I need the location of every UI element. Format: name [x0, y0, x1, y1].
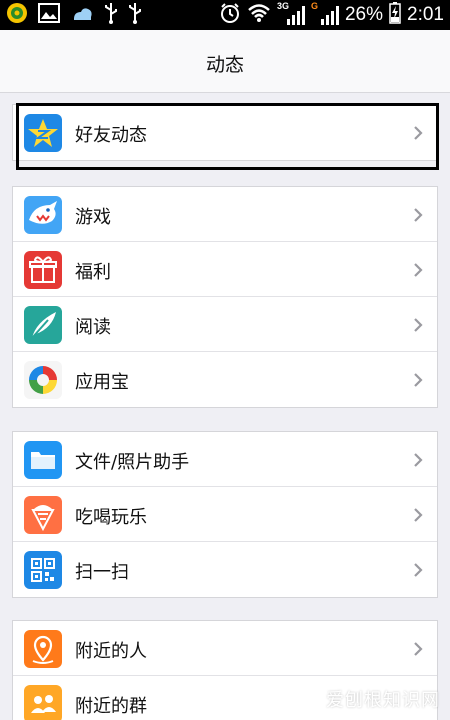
- signal-3g-icon: 3G: [277, 1, 305, 27]
- app-notification-icon: [6, 2, 28, 28]
- weather-icon: [70, 3, 94, 27]
- list-item-food-fun[interactable]: 吃喝玩乐: [13, 487, 437, 542]
- gift-icon: [24, 251, 62, 289]
- chevron-right-icon: [414, 263, 423, 277]
- chevron-right-icon: [414, 126, 423, 140]
- qzone-star-icon: [24, 114, 62, 152]
- chevron-right-icon: [414, 373, 423, 387]
- watermark: 爱刨根知识网: [326, 690, 440, 711]
- chevron-right-icon: [414, 318, 423, 332]
- list-item-label: 文件/照片助手: [75, 452, 190, 473]
- shark-game-icon: [24, 196, 62, 234]
- image-icon: [38, 3, 60, 27]
- list-item-label: 附近的人: [75, 641, 147, 662]
- group-tools: 文件/照片助手 吃喝玩乐 扫一扫: [12, 431, 438, 598]
- list-item-label: 好友动态: [75, 125, 147, 146]
- chevron-right-icon: [414, 508, 423, 522]
- location-group-icon: [24, 685, 62, 720]
- wifi-icon: [247, 3, 271, 27]
- usb-icon: [104, 2, 118, 28]
- list-item-label: 扫一扫: [75, 562, 129, 583]
- list-item-label: 附近的群: [75, 696, 147, 717]
- usb-icon: [128, 2, 142, 28]
- chevron-right-icon: [414, 208, 423, 222]
- feather-icon: [24, 306, 62, 344]
- list-item-app-store[interactable]: 应用宝: [13, 352, 437, 407]
- app-store-icon: [24, 361, 62, 399]
- list-item-nearby-people[interactable]: 附近的人: [13, 621, 437, 676]
- list-item-label: 吃喝玩乐: [75, 507, 147, 528]
- list-item-label: 应用宝: [75, 372, 129, 393]
- qr-scan-icon: [24, 551, 62, 589]
- title-bar: 动态: [0, 30, 450, 93]
- chevron-right-icon: [414, 453, 423, 467]
- list-item-label: 游戏: [75, 207, 111, 228]
- folder-icon: [24, 441, 62, 479]
- list-item-file-assistant[interactable]: 文件/照片助手: [13, 432, 437, 487]
- chevron-right-icon: [414, 563, 423, 577]
- list-item-friend-feed[interactable]: 好友动态: [13, 105, 437, 160]
- notification-icons: [6, 2, 142, 28]
- system-status-icons: 3G G 26% 2:01: [219, 1, 444, 28]
- location-person-icon: [24, 630, 62, 668]
- list-item-welfare[interactable]: 福利: [13, 242, 437, 297]
- list-item-scan[interactable]: 扫一扫: [13, 542, 437, 597]
- chevron-right-icon: [414, 642, 423, 656]
- ice-cream-icon: [24, 496, 62, 534]
- battery-charging-icon: [389, 2, 401, 28]
- page-title: 动态: [205, 54, 244, 76]
- list-item-label: 福利: [75, 262, 111, 283]
- alarm-icon: [219, 2, 241, 28]
- group-entertainment: 游戏 福利 阅读 应用宝: [12, 186, 438, 408]
- clock: 2:01: [407, 4, 444, 25]
- group-friends: 好友动态: [12, 104, 438, 161]
- battery-percentage: 26%: [344, 4, 384, 25]
- list-item-reading[interactable]: 阅读: [13, 297, 437, 352]
- list-item-label: 阅读: [75, 317, 111, 338]
- list-item-games[interactable]: 游戏: [13, 187, 437, 242]
- signal-g-icon: G: [311, 1, 339, 27]
- status-bar: 3G G 26% 2:01: [0, 0, 450, 30]
